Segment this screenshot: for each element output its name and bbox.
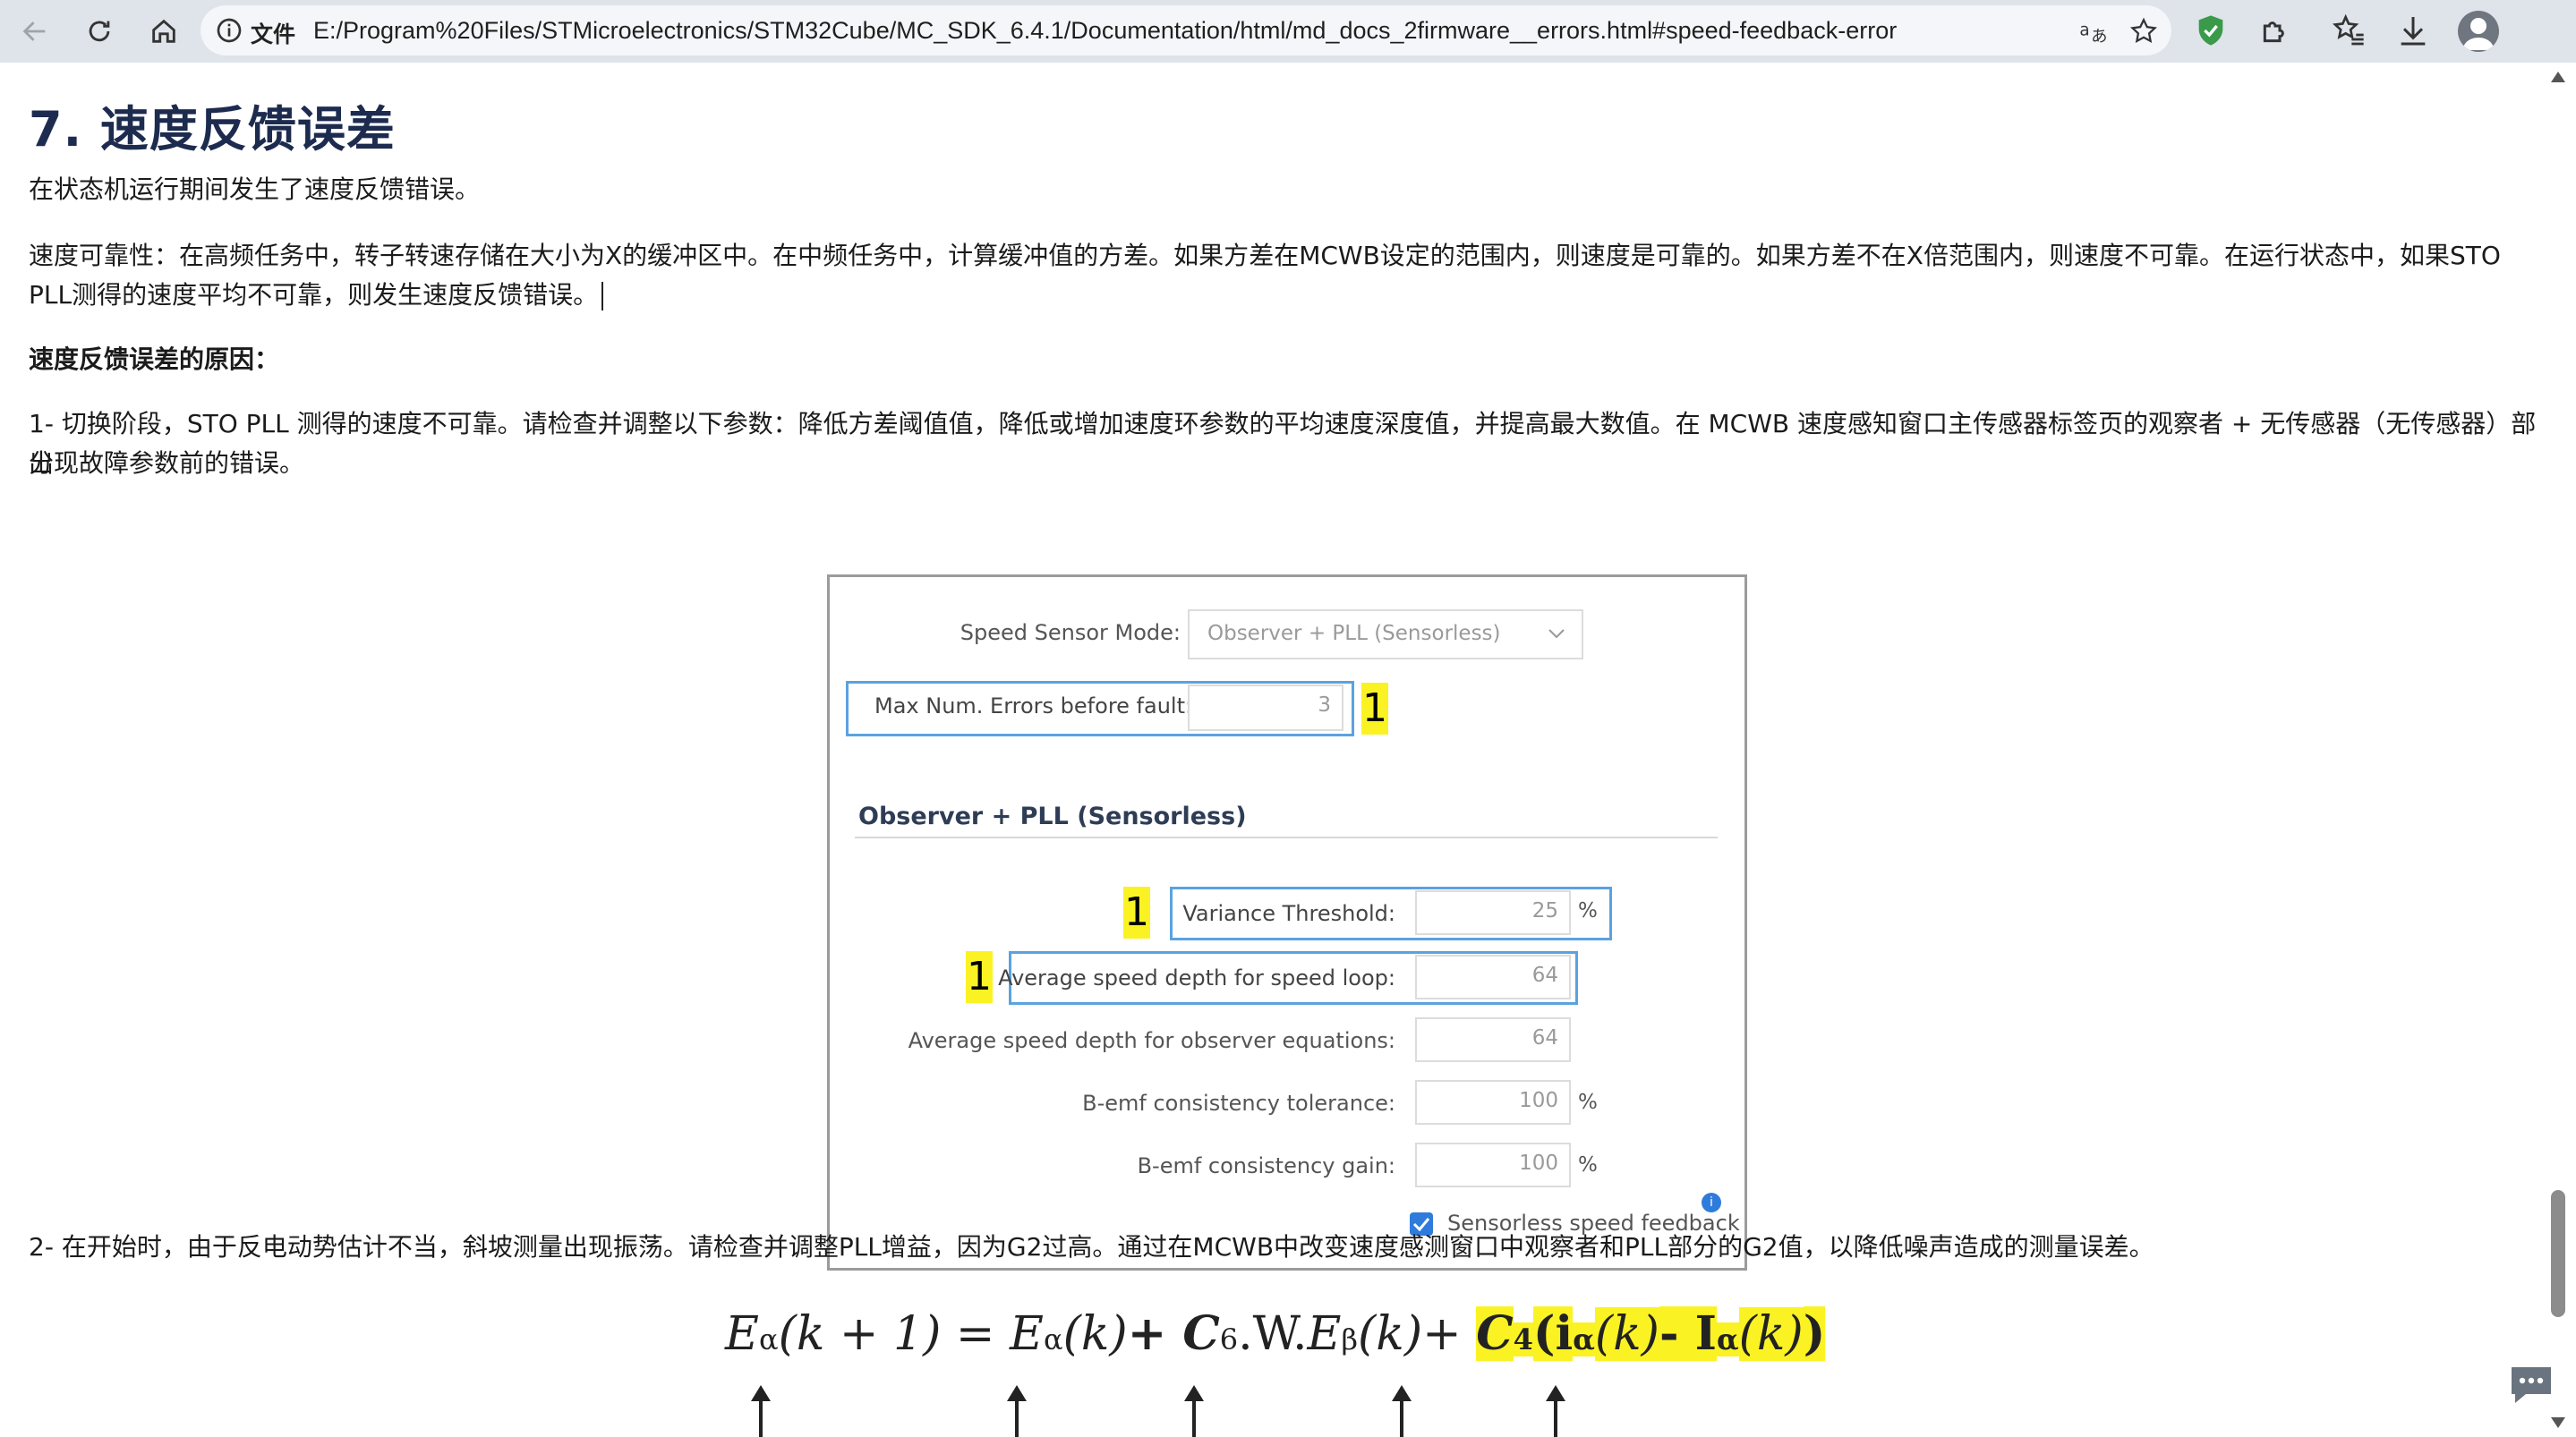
avg-speed-loop-value: 64 xyxy=(1531,964,1558,987)
bemf-gain-input[interactable]: 100 xyxy=(1415,1143,1571,1187)
formula-sub-4: 4 xyxy=(1513,1322,1533,1356)
formula-close-paren: ) xyxy=(1803,1306,1826,1361)
formula-sub-alpha: α xyxy=(758,1322,779,1356)
formula-arg: (k) xyxy=(1062,1307,1128,1361)
profile-icon xyxy=(2462,18,2495,50)
formula-lhs-arg: (k + 1) xyxy=(778,1307,942,1361)
formula-plus: + xyxy=(1127,1306,1183,1361)
star-icon[interactable] xyxy=(2128,16,2159,47)
formula-arg: (k) xyxy=(1738,1307,1804,1361)
svg-text:a: a xyxy=(2079,21,2089,39)
url-text[interactable]: E:/Program%20Files/STMicroelectronics/ST… xyxy=(313,17,1897,45)
scroll-down-icon[interactable] xyxy=(2551,1417,2565,1428)
chat-icon[interactable] xyxy=(2506,1360,2556,1410)
percent-unit: % xyxy=(1578,1091,1598,1114)
section-divider xyxy=(855,837,1718,838)
variance-input[interactable]: 25 xyxy=(1415,890,1571,935)
bemf-gain-label: B-emf consistency gain: xyxy=(1137,1153,1395,1178)
translate-icon[interactable]: aあ xyxy=(2078,16,2109,47)
formula-equals: = xyxy=(941,1307,1011,1361)
formula-sub-alpha: α xyxy=(1573,1322,1595,1356)
formula-C: C xyxy=(1476,1306,1514,1361)
favorites-icon[interactable] xyxy=(2331,13,2367,48)
intro-text: 在状态机运行期间发生了速度反馈错误。 xyxy=(29,174,481,204)
back-icon xyxy=(22,21,46,41)
back-button[interactable] xyxy=(11,7,59,55)
reliability-text-line2: PLL测得的速度平均不可靠，则发生速度反馈错误。 xyxy=(29,276,2544,315)
formula: Eα (k + 1) = Eα (k) + C 6 .W. Eβ (k) + C 4(i α (k… xyxy=(725,1306,1826,1369)
speed-sensor-mode-value: Observer + PLL (Sensorless) xyxy=(1207,622,1501,645)
arrow-up-icon xyxy=(1392,1385,1412,1437)
page-content: 7. 速度反馈误差 在状态机运行期间发生了速度反馈错误。 速度可靠性：在高频任务… xyxy=(7,63,2540,1435)
reliability-text-line1: 速度可靠性：在高频任务中，转子转速存储在大小为X的缓冲区中。在中频任务中，计算缓… xyxy=(29,241,2501,270)
formula-plus: + xyxy=(1422,1307,1477,1361)
bemf-tolerance-value: 100 xyxy=(1519,1089,1558,1112)
cause1-text-line2: 出现故障参数前的错误。 xyxy=(29,448,305,478)
bemf-tolerance-label: B-emf consistency tolerance: xyxy=(1082,1091,1395,1116)
avatar[interactable] xyxy=(2458,11,2499,52)
reload-icon xyxy=(89,21,110,42)
shield-icon[interactable] xyxy=(2193,13,2229,48)
speed-sensor-mode-label: Speed Sensor Mode: xyxy=(960,620,1181,645)
formula-C: C xyxy=(1182,1306,1220,1361)
protocol-label: 文件 xyxy=(251,21,296,47)
formula-minus-I: - I xyxy=(1659,1306,1717,1361)
formula-open-paren: ( xyxy=(1532,1306,1556,1361)
chevron-down-icon xyxy=(1548,629,1565,639)
bemf-tolerance-input[interactable]: 100 xyxy=(1415,1080,1571,1125)
marker-badge: 1 xyxy=(966,951,993,1003)
formula-E: E xyxy=(1307,1307,1342,1361)
extensions-icon[interactable] xyxy=(2257,13,2293,48)
scrollbar-thumb[interactable] xyxy=(2551,1190,2565,1317)
reload-button[interactable] xyxy=(75,7,124,55)
formula-W: .W. xyxy=(1238,1307,1308,1361)
formula-i: i xyxy=(1555,1306,1574,1361)
formula-sub-6: 6 xyxy=(1219,1322,1239,1356)
max-errors-input[interactable]: 3 xyxy=(1188,684,1343,731)
avg-observer-value: 64 xyxy=(1531,1026,1558,1050)
home-button[interactable] xyxy=(140,7,188,55)
formula-sub-alpha: α xyxy=(1716,1322,1739,1356)
causes-heading: 速度反馈误差的原因： xyxy=(29,344,280,374)
mcwb-settings-figure: Speed Sensor Mode: Observer + PLL (Senso… xyxy=(827,574,1747,1271)
speed-sensor-mode-select[interactable]: Observer + PLL (Sensorless) xyxy=(1188,609,1583,659)
home-icon xyxy=(152,19,175,43)
percent-unit: % xyxy=(1578,899,1598,923)
browser-toolbar: 文件 E:/Program%20Files/STMicroelectronics… xyxy=(0,0,2576,63)
info-icon[interactable] xyxy=(215,16,243,45)
arrow-up-icon xyxy=(1007,1385,1027,1437)
bemf-gain-value: 100 xyxy=(1519,1152,1558,1175)
cause2-text: 2- 在开始时，由于反电动势估计不当，斜坡测量出现振荡。请检查并调整PLL增益，… xyxy=(29,1232,2154,1262)
marker-badge: 1 xyxy=(1123,887,1150,939)
formula-E: E xyxy=(725,1307,759,1361)
variance-label: Variance Threshold: xyxy=(1182,901,1395,926)
variance-value: 25 xyxy=(1531,899,1558,923)
avg-observer-input[interactable]: 64 xyxy=(1415,1017,1571,1062)
max-errors-value: 3 xyxy=(1318,693,1331,717)
formula-arg: (k) xyxy=(1594,1307,1659,1361)
download-icon[interactable] xyxy=(2395,13,2431,48)
scroll-up-icon[interactable] xyxy=(2551,72,2565,82)
formula-arg: (k) xyxy=(1358,1307,1423,1361)
section-title: Observer + PLL (Sensorless) xyxy=(858,803,1247,830)
avg-observer-label: Average speed depth for observer equatio… xyxy=(908,1028,1395,1053)
percent-unit: % xyxy=(1578,1153,1598,1177)
formula-sub-alpha: α xyxy=(1043,1322,1063,1356)
arrow-up-icon xyxy=(751,1385,771,1437)
page-title: 7. 速度反馈误差 xyxy=(29,101,396,157)
avg-speed-loop-input[interactable]: 64 xyxy=(1415,955,1571,999)
info-badge-icon[interactable]: i xyxy=(1702,1193,1721,1212)
arrow-up-icon xyxy=(1546,1385,1565,1437)
marker-badge: 1 xyxy=(1361,683,1388,735)
address-bar[interactable]: 文件 E:/Program%20Files/STMicroelectronics… xyxy=(200,5,2171,55)
formula-E: E xyxy=(1010,1307,1044,1361)
svg-text:あ: あ xyxy=(2091,27,2107,46)
formula-sub-beta: β xyxy=(1341,1322,1359,1356)
avg-speed-loop-label: Average speed depth for speed loop: xyxy=(998,965,1395,991)
max-errors-label: Max Num. Errors before fault: xyxy=(874,693,1193,718)
text-cursor xyxy=(601,282,604,310)
arrow-up-icon xyxy=(1184,1385,1204,1437)
